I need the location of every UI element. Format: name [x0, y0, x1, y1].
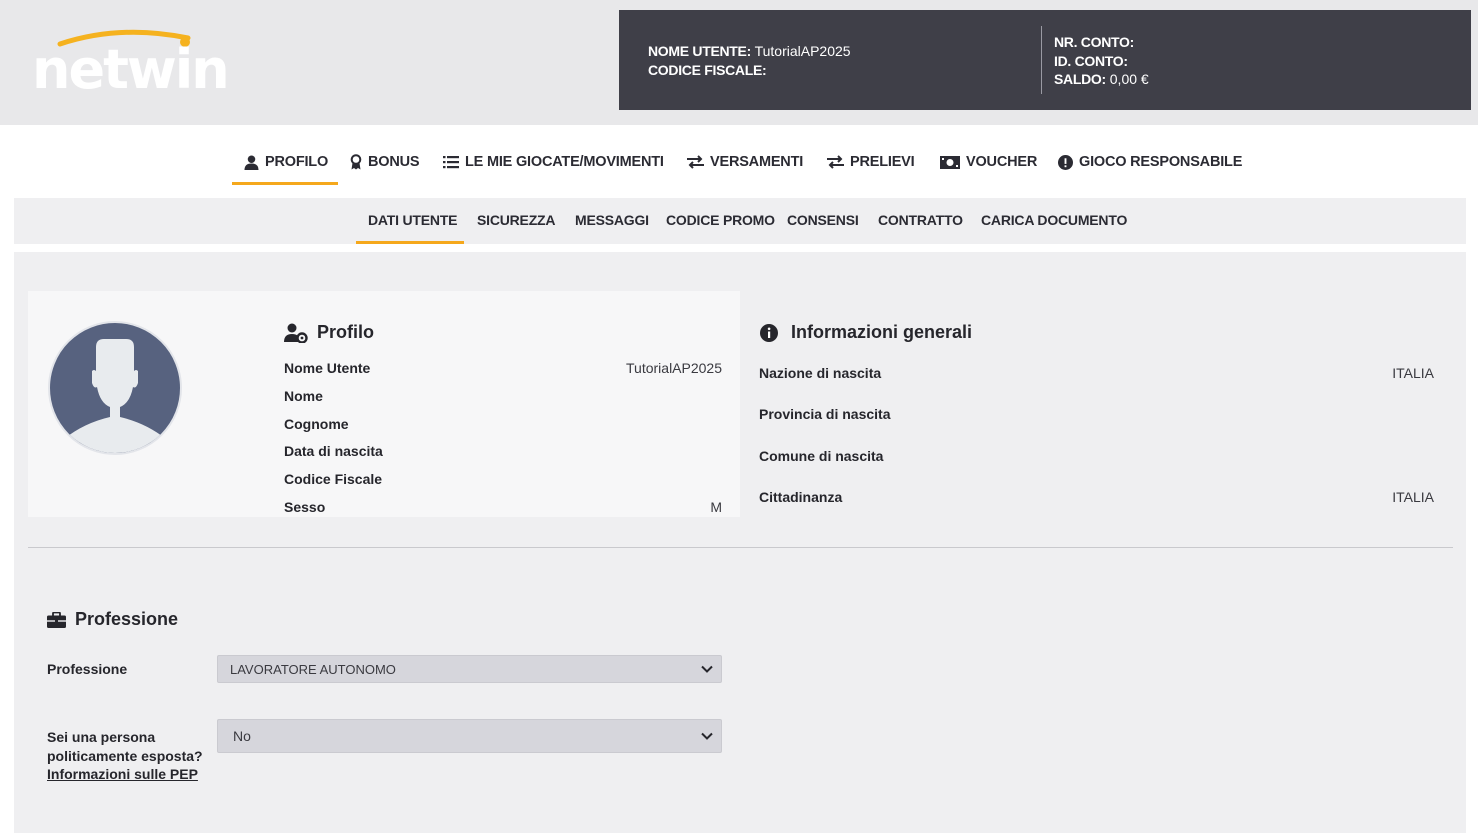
- info-circle-icon: [760, 323, 778, 342]
- username-label: NOME UTENTE:: [648, 43, 751, 59]
- profile-label-nome: Nome: [284, 388, 323, 404]
- nav-label: LE MIE GIOCATE/MOVIMENTI: [465, 154, 664, 170]
- nav-label: VERSAMENTI: [710, 154, 804, 170]
- user-cog-icon: [284, 323, 308, 343]
- nav-label: BONUS: [368, 154, 420, 170]
- balance-label: SALDO:: [1054, 71, 1106, 87]
- general-info-title-text: Informazioni generali: [791, 322, 973, 342]
- nav-item-voucher[interactable]: VOUCHER: [940, 151, 1037, 173]
- chevron-down-icon: [701, 732, 713, 740]
- profile-title-text: Profilo: [317, 322, 374, 342]
- account-panel: NOME UTENTE: TutorialAP2025 CODICE FISCA…: [619, 10, 1471, 110]
- subnav-carica-documento[interactable]: CARICA DOCUMENTO: [981, 212, 1127, 228]
- nav-label: PRELIEVI: [850, 154, 915, 170]
- chevron-down-icon: [701, 665, 713, 673]
- pep-selected-value: No: [233, 728, 251, 744]
- info-label-nazione: Nazione di nascita: [759, 365, 882, 381]
- info-value-cittadinanza: ITALIA: [1392, 489, 1434, 505]
- pep-select[interactable]: No: [217, 719, 722, 753]
- profile-label-codice-fiscale: Codice Fiscale: [284, 471, 383, 487]
- general-info-title: Informazioni generali: [760, 322, 972, 343]
- pep-label: Sei una persona politicamente esposta? I…: [47, 728, 203, 784]
- nav-item-bonus[interactable]: BONUS: [350, 151, 420, 173]
- avatar: [48, 321, 182, 455]
- section-divider: [28, 547, 1453, 548]
- nav-item-giocate[interactable]: LE MIE GIOCATE/MOVIMENTI: [443, 151, 664, 173]
- subnav-messaggi[interactable]: MESSAGGI: [575, 212, 649, 228]
- main-nav: PROFILO BONUS LE MIE GIOCATE/MOVIMENTI V…: [0, 125, 1478, 198]
- profile-value-nome-utente: TutorialAP2025: [626, 360, 722, 376]
- profile-label-sesso: Sesso: [284, 499, 326, 515]
- nav-item-profilo[interactable]: PROFILO: [244, 151, 328, 173]
- profession-select[interactable]: LAVORATORE AUTONOMO: [217, 655, 722, 683]
- profile-label-cognome: Cognome: [284, 416, 349, 432]
- sub-nav: DATI UTENTE SICUREZZA MESSAGGI CODICE PR…: [14, 198, 1466, 244]
- profession-selected-value: LAVORATORE AUTONOMO: [230, 661, 396, 677]
- balance-value: 0,00 €: [1109, 71, 1149, 87]
- pep-label-line2: politicamente esposta?: [47, 747, 203, 764]
- account-divider: [1041, 26, 1042, 94]
- page-header: netwin NOME UTENTE: TutorialAP2025 CODIC…: [0, 0, 1478, 125]
- info-label-provincia: Provincia di nascita: [759, 406, 891, 422]
- exchange-icon: [687, 155, 704, 169]
- info-value-nazione: ITALIA: [1392, 365, 1434, 381]
- exclamation-circle-icon: [1058, 154, 1073, 170]
- profile-label-nome-utente: Nome Utente: [284, 360, 371, 376]
- account-id-label: ID. CONTO:: [1054, 52, 1128, 69]
- list-icon: [443, 156, 459, 169]
- exchange-icon: [827, 155, 844, 169]
- award-icon: [350, 154, 362, 170]
- profile-title: Profilo: [284, 322, 374, 343]
- subnav-sicurezza[interactable]: SICUREZZA: [477, 212, 556, 228]
- pep-label-line1: Sei una persona: [47, 729, 156, 745]
- user-icon: [244, 154, 259, 170]
- subnav-consensi[interactable]: CONSENSI: [787, 212, 859, 228]
- info-label-comune: Comune di nascita: [759, 448, 884, 464]
- subnav-dati-utente[interactable]: DATI UTENTE: [368, 212, 458, 228]
- content-area: Profilo Nome Utente TutorialAP2025 Nome …: [14, 252, 1466, 833]
- pep-info-link[interactable]: Informazioni sulle PEP: [47, 765, 203, 784]
- nav-label: PROFILO: [265, 154, 329, 170]
- nav-item-gioco-responsabile[interactable]: GIOCO RESPONSABILE: [1058, 151, 1242, 173]
- active-tab-indicator: [232, 182, 338, 185]
- briefcase-icon: [47, 611, 66, 628]
- profession-title: Professione: [47, 609, 178, 630]
- subnav-codice-promo[interactable]: CODICE PROMO: [666, 212, 775, 228]
- subnav-contratto[interactable]: CONTRATTO: [878, 212, 963, 228]
- active-subtab-indicator: [356, 241, 464, 244]
- profile-card: Profilo Nome Utente TutorialAP2025 Nome …: [28, 291, 740, 517]
- profession-field-label: Professione: [47, 661, 128, 677]
- username-value: TutorialAP2025: [754, 43, 851, 59]
- nav-label: GIOCO RESPONSABILE: [1079, 154, 1243, 170]
- account-number-label: NR. CONTO:: [1054, 34, 1134, 50]
- svg-text:netwin: netwin: [32, 38, 228, 92]
- info-label-cittadinanza: Cittadinanza: [759, 489, 843, 505]
- profession-title-text: Professione: [75, 609, 179, 629]
- nav-item-prelievi[interactable]: PRELIEVI: [827, 151, 915, 173]
- netwin-logo[interactable]: netwin: [30, 26, 230, 101]
- fiscal-code-label: CODICE FISCALE:: [648, 62, 767, 78]
- profile-value-sesso: M: [710, 499, 722, 515]
- money-bill-icon: [940, 155, 960, 169]
- profile-label-data-nascita: Data di nascita: [284, 443, 383, 459]
- nav-item-versamenti[interactable]: VERSAMENTI: [687, 151, 803, 173]
- nav-label: VOUCHER: [966, 154, 1038, 170]
